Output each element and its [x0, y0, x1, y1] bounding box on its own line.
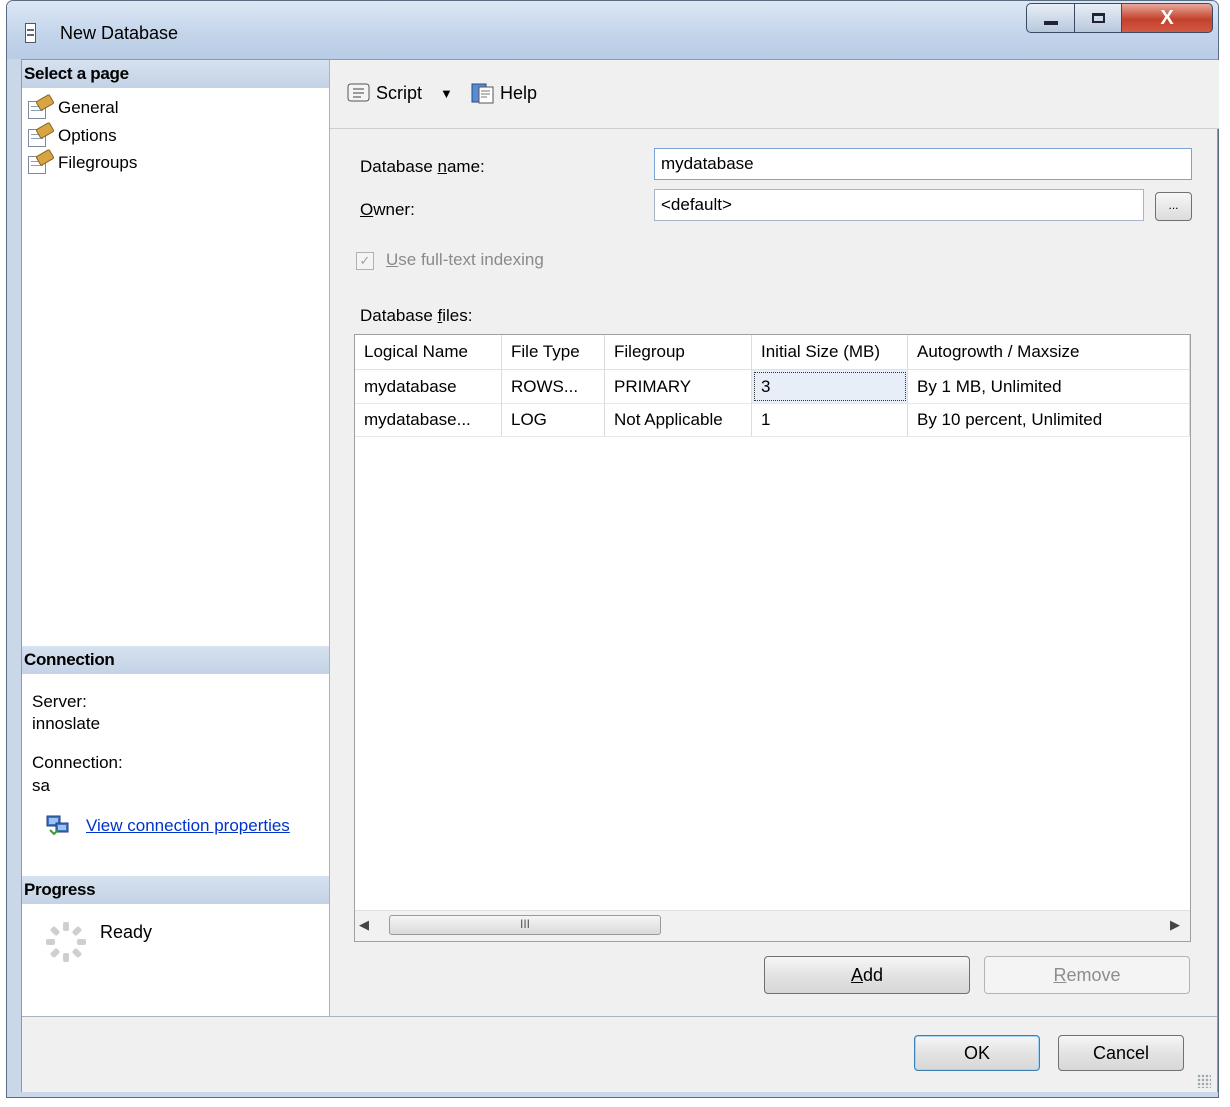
table-cell[interactable]: mydatabase: [355, 370, 502, 403]
nav-item-options[interactable]: Options: [26, 121, 117, 149]
horizontal-scrollbar[interactable]: ◀ III ▶: [355, 910, 1190, 941]
column-header[interactable]: Autogrowth / Maxsize: [908, 335, 1190, 369]
close-icon: X: [1160, 6, 1174, 29]
table-cell[interactable]: ROWS...: [502, 370, 605, 403]
script-label: Script: [376, 82, 423, 103]
database-name-input[interactable]: [654, 148, 1192, 180]
column-header[interactable]: Logical Name: [355, 335, 502, 369]
nav-item-label: Filegroups: [58, 153, 138, 172]
column-header[interactable]: Initial Size (MB): [752, 335, 908, 369]
remove-button[interactable]: Remove: [984, 956, 1190, 994]
window-title: New Database: [60, 23, 179, 43]
left-pane: Select a page General Options Filegroups…: [22, 60, 330, 1016]
column-header[interactable]: Filegroup: [605, 335, 752, 369]
dialog-window: New Database X Select a page General Opt…: [6, 0, 1219, 1098]
cancel-button[interactable]: Cancel: [1058, 1035, 1184, 1071]
connection-heading: Connection: [22, 646, 329, 674]
table-cell[interactable]: By 10 percent, Unlimited: [908, 403, 1190, 436]
owner-label: Owner:: [360, 200, 415, 219]
server-label: Server:: [32, 692, 87, 711]
fulltext-indexing-checkbox[interactable]: ✓: [356, 252, 374, 270]
nav-item-label: General: [58, 98, 119, 118]
table-cell[interactable]: LOG: [502, 403, 605, 436]
grid-header-row: Logical Name File Type Filegroup Initial…: [355, 335, 1190, 370]
nav-item-general[interactable]: General: [26, 93, 119, 121]
dropdown-arrow-icon[interactable]: ▼: [440, 86, 453, 101]
minimize-icon: [1043, 21, 1058, 25]
connection-label: Connection:: [32, 753, 123, 772]
progress-status: Ready: [100, 922, 153, 942]
browse-owner-button[interactable]: ...: [1155, 192, 1192, 221]
select-page-heading: Select a page: [22, 60, 329, 88]
ok-button[interactable]: OK: [914, 1035, 1040, 1071]
maximize-button[interactable]: [1074, 3, 1122, 33]
table-cell[interactable]: PRIMARY: [605, 370, 752, 403]
maximize-icon: [1091, 13, 1105, 23]
table-cell[interactable]: By 1 MB, Unlimited: [908, 370, 1190, 403]
close-button[interactable]: X: [1121, 3, 1213, 33]
nav-item-label: Options: [58, 126, 117, 145]
minimize-button[interactable]: [1026, 3, 1075, 33]
database-icon: [25, 23, 36, 43]
progress-spinner-icon: [44, 920, 88, 964]
column-header[interactable]: File Type: [502, 335, 605, 369]
owner-input[interactable]: [654, 189, 1144, 221]
view-connection-properties-link[interactable]: View connection properties: [86, 816, 290, 836]
table-row[interactable]: mydatabase... LOG Not Applicable 1 By 10…: [355, 403, 1190, 437]
nav-item-filegroups[interactable]: Filegroups: [26, 148, 138, 176]
script-button[interactable]: Script ▼: [346, 80, 453, 106]
help-label: Help: [500, 82, 538, 103]
dialog-client: Select a page General Options Filegroups…: [21, 59, 1219, 1092]
toolbar: Script ▼ Help: [330, 60, 1219, 129]
table-cell[interactable]: 1: [752, 403, 908, 436]
page-properties-icon: [26, 93, 55, 119]
table-cell[interactable]: mydatabase...: [355, 403, 502, 436]
fulltext-indexing-label: Use full-text indexing: [386, 250, 544, 269]
database-files-grid[interactable]: Logical Name File Type Filegroup Initial…: [354, 334, 1191, 942]
dialog-footer: OK Cancel: [22, 1016, 1217, 1092]
connection-properties-icon: [46, 814, 70, 838]
page-properties-icon: [26, 121, 55, 147]
progress-heading: Progress: [22, 876, 329, 904]
table-row[interactable]: mydatabase ROWS... PRIMARY 3 By 1 MB, Un…: [355, 370, 1190, 404]
page-properties-icon: [26, 148, 55, 174]
help-button[interactable]: Help: [470, 80, 537, 106]
scroll-right-icon[interactable]: ▶: [1170, 917, 1180, 933]
resize-grip-icon[interactable]: [1197, 1074, 1211, 1088]
title-bar[interactable]: New Database X: [7, 1, 1218, 59]
connection-value: sa: [32, 776, 50, 795]
table-cell-selected[interactable]: 3: [752, 370, 908, 403]
database-name-label: Database name:: [360, 157, 485, 176]
script-icon: [346, 81, 372, 105]
help-icon: [470, 81, 496, 105]
server-value: innoslate: [32, 714, 101, 733]
table-cell[interactable]: Not Applicable: [605, 403, 752, 436]
scroll-left-icon[interactable]: ◀: [359, 917, 369, 933]
scrollbar-thumb[interactable]: III: [389, 915, 661, 935]
add-button[interactable]: Add: [764, 956, 970, 994]
database-files-label: Database files:: [360, 306, 473, 325]
